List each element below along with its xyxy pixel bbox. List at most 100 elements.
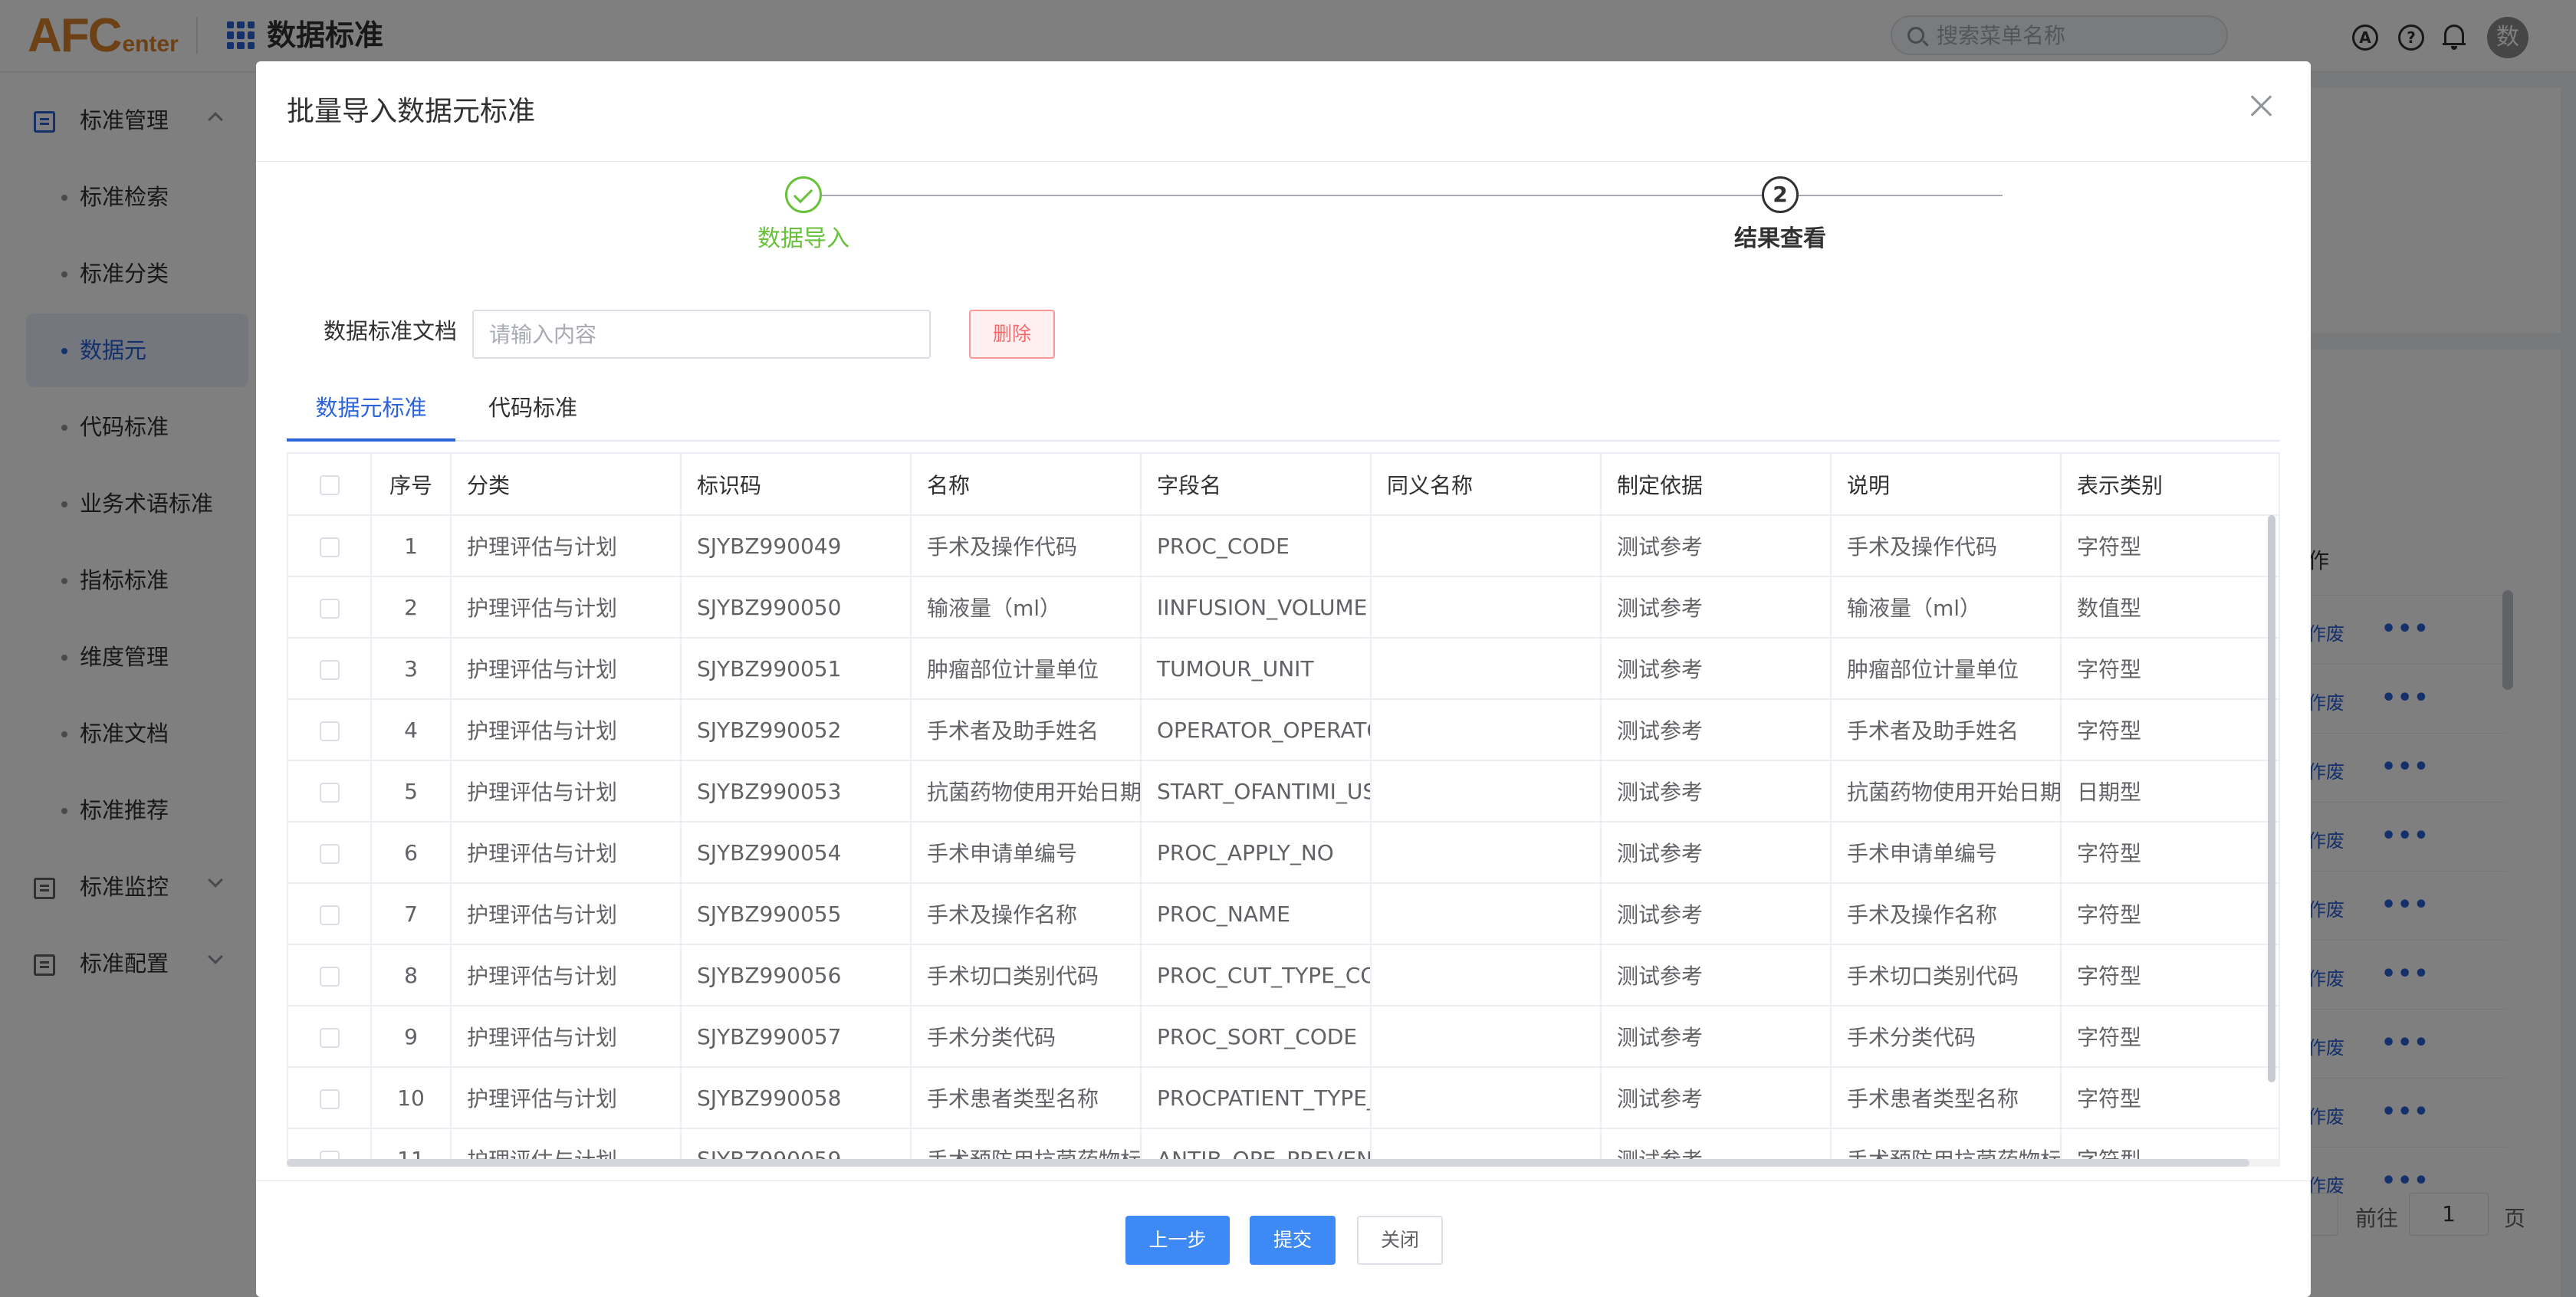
- table-cell: 测试参考: [1601, 638, 1832, 700]
- table-row[interactable]: 8 护理评估与计划 SJYBZ990056 手术切口类别代码 PROC_CUT_TYPE…: [288, 944, 2279, 1006]
- select-all-checkbox[interactable]: [288, 454, 372, 516]
- table-cell: SJYBZ990051: [681, 638, 912, 700]
- table-cell: 字符型: [2061, 944, 2279, 1006]
- table-cell: 手术及操作名称: [911, 883, 1142, 945]
- table-cell: 输液量（ml）: [911, 576, 1142, 639]
- table-cell: 测试参考: [1601, 1067, 1832, 1129]
- table-cell: [1371, 1067, 1602, 1129]
- table-cell: 字符型: [2061, 1067, 2279, 1129]
- table-cell: 护理评估与计划: [451, 760, 682, 823]
- table-cell: 2: [371, 576, 452, 639]
- table-cell: 手术切口类别代码: [1831, 944, 2062, 1006]
- table-cell: [1371, 515, 1602, 577]
- column-header: 序号: [371, 454, 452, 516]
- table-cell: TUMOUR_UNIT: [1141, 638, 1372, 700]
- table-cell: 手术分类代码: [911, 1006, 1142, 1068]
- row-checkbox[interactable]: [288, 699, 372, 761]
- column-header: 制定依据: [1601, 454, 1832, 516]
- table-cell: 手术分类代码: [1831, 1006, 2062, 1068]
- document-field-input[interactable]: [472, 310, 931, 359]
- previous-step-button[interactable]: 上一步: [1125, 1216, 1230, 1265]
- table-cell: 手术及操作代码: [911, 515, 1142, 577]
- table-cell: 字符型: [2061, 638, 2279, 700]
- table-cell: 护理评估与计划: [451, 699, 682, 761]
- table-row[interactable]: 3 护理评估与计划 SJYBZ990051 肿瘤部位计量单位 TUMOUR_UNIT 测试…: [288, 638, 2279, 700]
- import-result-table: 序号 分类 标识码 名称 字段名 同义名称 制定依据 说明 表示类别 1 护理评估…: [287, 452, 2280, 1167]
- table-cell: SJYBZ990049: [681, 515, 912, 577]
- dialog-title: 批量导入数据元标准: [287, 96, 536, 127]
- tab-code-standard[interactable]: 代码标准: [468, 383, 598, 442]
- table-cell: PROCPATIENT_TYPE_NAME: [1141, 1067, 1372, 1129]
- submit-button[interactable]: 提交: [1250, 1216, 1336, 1265]
- table-cell: 测试参考: [1601, 699, 1832, 761]
- row-checkbox[interactable]: [288, 760, 372, 823]
- table-cell: 测试参考: [1601, 883, 1832, 945]
- table-horizontal-scrollbar[interactable]: [287, 1159, 2280, 1167]
- table-cell: OPERATOR_OPERATOR: [1141, 699, 1372, 761]
- table-cell: 肿瘤部位计量单位: [1831, 638, 2062, 700]
- row-checkbox[interactable]: [288, 1067, 372, 1129]
- table-cell: 抗菌药物使用开始日期: [1831, 760, 2062, 823]
- table-cell: SJYBZ990055: [681, 883, 912, 945]
- row-checkbox[interactable]: [288, 638, 372, 700]
- table-cell: 护理评估与计划: [451, 515, 682, 577]
- table-cell: 测试参考: [1601, 822, 1832, 884]
- standard-tabs: 数据元标准 代码标准: [287, 383, 2280, 442]
- table-cell: 护理评估与计划: [451, 883, 682, 945]
- table-cell: [1371, 699, 1602, 761]
- table-row[interactable]: 5 护理评估与计划 SJYBZ990053 抗菌药物使用开始日期 START_OFANT…: [288, 760, 2279, 823]
- table-cell: [1371, 944, 1602, 1006]
- row-checkbox[interactable]: [288, 576, 372, 639]
- close-icon[interactable]: [2248, 92, 2275, 120]
- table-cell: 测试参考: [1601, 1006, 1832, 1068]
- table-cell: 肿瘤部位计量单位: [911, 638, 1142, 700]
- table-cell: [1371, 576, 1602, 639]
- close-button[interactable]: 关闭: [1357, 1216, 1443, 1265]
- step-result-view-label: 结果查看: [1734, 225, 1826, 252]
- table-cell: 护理评估与计划: [451, 822, 682, 884]
- delete-button[interactable]: 删除: [969, 310, 1055, 359]
- table-cell: PROC_CUT_TYPE_CODE: [1141, 944, 1372, 1006]
- table-row[interactable]: 1 护理评估与计划 SJYBZ990049 手术及操作代码 PROC_CODE 测试参考手…: [288, 515, 2279, 577]
- table-vertical-scrollbar[interactable]: [2268, 515, 2275, 1082]
- column-header: 分类: [451, 454, 682, 516]
- table-cell: 测试参考: [1601, 760, 1832, 823]
- step-connector: [803, 195, 2003, 196]
- row-checkbox[interactable]: [288, 883, 372, 945]
- table-row[interactable]: 10 护理评估与计划 SJYBZ990058 手术患者类型名称 PROCPATIENT_…: [288, 1067, 2279, 1129]
- row-checkbox[interactable]: [288, 822, 372, 884]
- table-cell: 4: [371, 699, 452, 761]
- table-cell: 手术申请单编号: [911, 822, 1142, 884]
- table-row[interactable]: 9 护理评估与计划 SJYBZ990057 手术分类代码 PROC_SORT_CODE 测…: [288, 1006, 2279, 1068]
- table-cell: 3: [371, 638, 452, 700]
- column-header: 名称: [911, 454, 1142, 516]
- table-cell: 护理评估与计划: [451, 944, 682, 1006]
- table-cell: [1371, 1006, 1602, 1068]
- table-row[interactable]: 6 护理评估与计划 SJYBZ990054 手术申请单编号 PROC_APPLY_NO 测…: [288, 822, 2279, 884]
- table-cell: 手术患者类型名称: [911, 1067, 1142, 1129]
- step-number-badge: 2: [1762, 176, 1799, 213]
- table-cell: 护理评估与计划: [451, 576, 682, 639]
- row-checkbox[interactable]: [288, 515, 372, 577]
- table-cell: 输液量（ml）: [1831, 576, 2062, 639]
- column-header: 同义名称: [1371, 454, 1602, 516]
- table-cell: 测试参考: [1601, 515, 1832, 577]
- column-header: 表示类别: [2061, 454, 2279, 516]
- table-row[interactable]: 4 护理评估与计划 SJYBZ990052 手术者及助手姓名 OPERATOR_OPER…: [288, 699, 2279, 761]
- table-cell: SJYBZ990057: [681, 1006, 912, 1068]
- table-cell: 手术患者类型名称: [1831, 1067, 2062, 1129]
- table-cell: 字符型: [2061, 822, 2279, 884]
- table-cell: PROC_SORT_CODE: [1141, 1006, 1372, 1068]
- row-checkbox[interactable]: [288, 1006, 372, 1068]
- row-checkbox[interactable]: [288, 944, 372, 1006]
- table-row[interactable]: 2 护理评估与计划 SJYBZ990050 输液量（ml） IINFUSION_VOLU…: [288, 576, 2279, 639]
- table-cell: 10: [371, 1067, 452, 1129]
- tab-data-element-standard[interactable]: 数据元标准: [287, 383, 455, 442]
- table-cell: 字符型: [2061, 699, 2279, 761]
- table-cell: 手术及操作名称: [1831, 883, 2062, 945]
- table-cell: 护理评估与计划: [451, 638, 682, 700]
- table-row[interactable]: 7 护理评估与计划 SJYBZ990055 手术及操作名称 PROC_NAME 测试参考手…: [288, 883, 2279, 945]
- table-cell: 手术者及助手姓名: [1831, 699, 2062, 761]
- table-cell: [1371, 883, 1602, 945]
- table-cell: 字符型: [2061, 1006, 2279, 1068]
